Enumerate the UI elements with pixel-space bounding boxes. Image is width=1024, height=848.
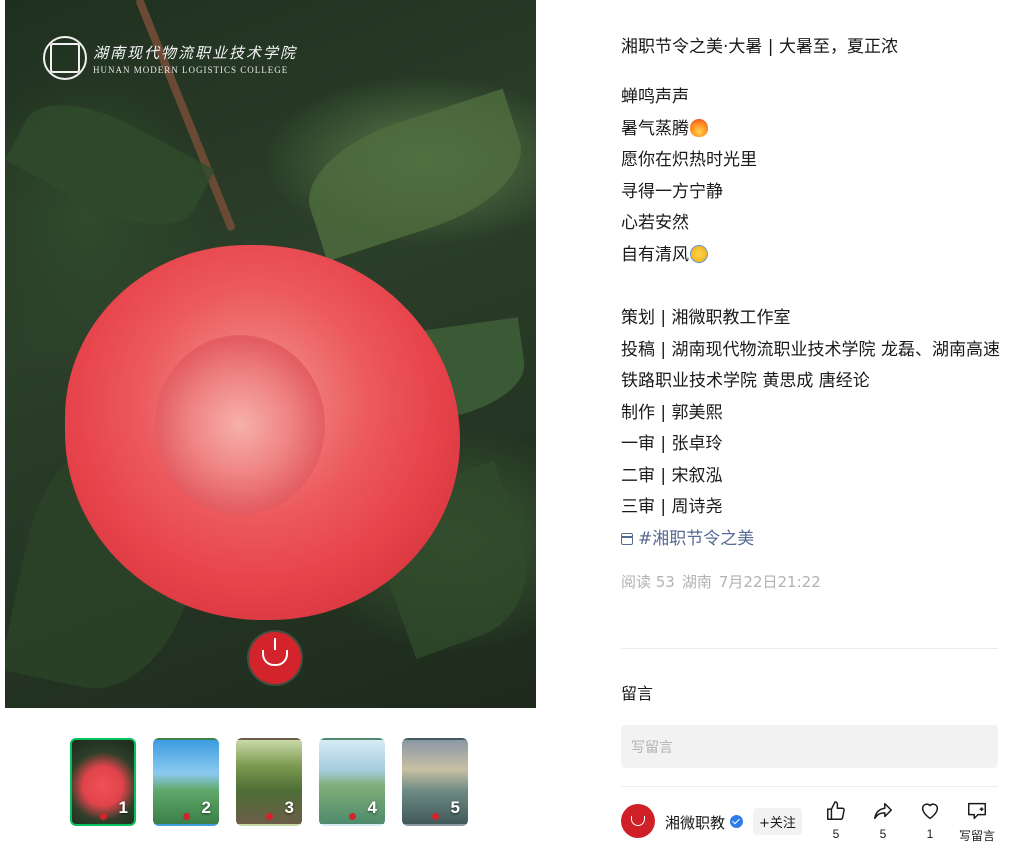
section-divider <box>621 648 998 649</box>
account-name[interactable]: 湘微职教 <box>665 812 725 833</box>
credit-line: 三审 | 周诗尧 <box>621 497 723 517</box>
footer-divider <box>621 786 998 787</box>
body-line: 蝉鸣声声 <box>621 87 689 107</box>
college-name-cn: 湖南现代物流职业技术学院 <box>93 43 298 62</box>
college-seal-icon <box>43 36 87 80</box>
comments-heading: 留言 <box>621 684 654 703</box>
body-line: 暑气蒸腾 <box>621 114 1001 146</box>
follow-button[interactable]: +关注 <box>753 808 802 835</box>
body-line: 心若安然 <box>621 213 689 233</box>
main-photo[interactable]: 湖南现代物流职业技术学院 HUNAN MODERN LOGISTICS COLL… <box>5 0 536 708</box>
thumbs-up-icon <box>827 801 845 820</box>
thumbnail-number: 5 <box>450 798 460 817</box>
like-button[interactable]: 5 <box>816 800 856 841</box>
thumbnail-number: 2 <box>201 798 211 817</box>
credit-line: 制作 | 郭美熙 <box>621 402 723 423</box>
favorite-button[interactable]: 1 <box>910 800 950 841</box>
topic-link[interactable]: #湘职节令之美 <box>621 524 1001 556</box>
heart-icon <box>921 803 939 820</box>
post-title: 湘职节令之美·大暑 | 大暑至，夏正浓 <box>621 37 898 57</box>
thumbnail-number: 3 <box>284 798 294 817</box>
thumbnail-5[interactable]: 5 <box>402 738 468 826</box>
topic-icon <box>621 533 633 546</box>
write-comment-button[interactable]: 写留言 <box>957 800 997 844</box>
thumbnail-number: 1 <box>118 798 128 817</box>
post-content: 湘职节令之美·大暑 | 大暑至，夏正浓 蝉鸣声声 暑气蒸腾 愿你在炽热时光里 寻… <box>621 34 1001 592</box>
like-count: 5 <box>832 827 840 841</box>
write-comment-label: 写留言 <box>958 829 995 843</box>
thumbnail-2[interactable]: 2 <box>153 738 219 826</box>
book-badge-icon <box>249 632 301 684</box>
verified-badge-icon <box>730 815 743 828</box>
credit-line: 二审 | 宋叙泓 <box>621 465 723 486</box>
read-count: 阅读 53 <box>621 573 675 591</box>
credit-line: 投稿 | 湖南现代物流职业技术学院 龙磊、湖南高速铁路职业技术学院 黄思成 唐经… <box>621 339 1000 392</box>
fire-icon <box>690 118 708 137</box>
photo-leaf <box>293 88 536 262</box>
body-line: 自有清风 <box>621 240 1001 272</box>
body-line: 寻得一方宁静 <box>621 181 723 202</box>
thumbnail-3[interactable]: 3 <box>236 738 302 826</box>
thumbnail-strip: 1 2 3 4 5 <box>70 738 468 826</box>
share-arrow-icon <box>874 802 892 820</box>
topic-label: #湘职节令之美 <box>638 528 755 549</box>
account-avatar[interactable] <box>621 804 655 838</box>
share-count: 5 <box>879 827 887 841</box>
thumbnail-number: 4 <box>367 798 377 817</box>
comment-add-icon <box>968 802 986 820</box>
thumbnail-4[interactable]: 4 <box>319 738 385 826</box>
action-bar: 湘微职教 +关注 5 5 1 写留言 <box>621 800 1001 844</box>
post-meta: 阅读 53 湖南 7月22日21:22 <box>621 571 1001 592</box>
flower-center <box>155 335 325 515</box>
body-line: 愿你在炽热时光里 <box>621 150 757 170</box>
credit-line: 一审 | 张卓玲 <box>621 434 723 454</box>
credit-line: 策划 | 湘微职教工作室 <box>621 308 791 328</box>
comment-input[interactable]: 写留言 <box>621 725 998 768</box>
post-location: 湖南 <box>681 573 712 591</box>
college-name-en: HUNAN MODERN LOGISTICS COLLEGE <box>93 64 289 75</box>
post-body: 蝉鸣声声 暑气蒸腾 愿你在炽热时光里 寻得一方宁静 心若安然 自有清风 策划 |… <box>621 82 1001 555</box>
favorite-count: 1 <box>926 827 934 841</box>
relieved-face-icon <box>690 244 708 263</box>
college-watermark: 湖南现代物流职业技术学院 HUNAN MODERN LOGISTICS COLL… <box>43 36 297 80</box>
post-time: 7月22日21:22 <box>718 573 821 591</box>
thumbnail-1[interactable]: 1 <box>70 738 136 826</box>
share-button[interactable]: 5 <box>863 800 903 841</box>
